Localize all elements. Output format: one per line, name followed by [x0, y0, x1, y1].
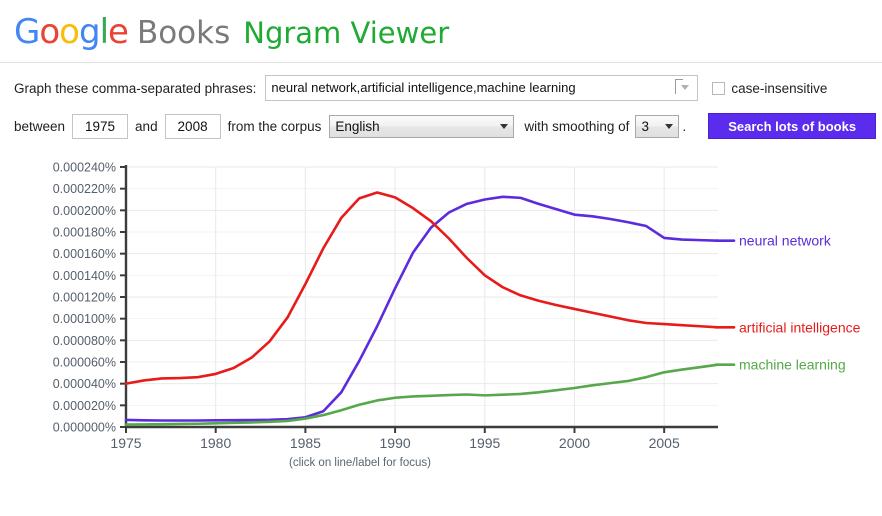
- chart-series[interactable]: [124, 191, 720, 426]
- chart-gridlines: [125, 166, 718, 428]
- y-tick-label: 0.000140%: [53, 269, 116, 283]
- x-tick-label: 2005: [649, 435, 680, 451]
- google-logo-letter-3: g: [78, 12, 101, 52]
- google-logo-letter-1: o: [39, 12, 60, 52]
- y-tick-label: 0.000040%: [53, 377, 116, 391]
- smoothing-select[interactable]: 3: [635, 114, 680, 138]
- y-tick-label: 0.000180%: [53, 226, 116, 240]
- y-axis-ticks: 0.000000% 0.000020% 0.000040% 0.000060% 0.00…: [53, 161, 126, 435]
- y-tick-label: 0.000080%: [53, 334, 116, 348]
- smoothing-select-value: 3: [641, 118, 649, 134]
- y-tick-label: 0.000060%: [53, 356, 116, 370]
- chevron-down-icon: [665, 123, 674, 129]
- chevron-down-icon: [500, 123, 509, 129]
- corpus-select[interactable]: English: [329, 114, 515, 138]
- query-row: Graph these comma-separated phrases: cas…: [0, 63, 882, 101]
- google-logo-letter-5: e: [108, 12, 129, 52]
- start-year-input[interactable]: [72, 113, 129, 139]
- logo-ngram-viewer-text: Ngram Viewer: [243, 16, 450, 50]
- logo-books-text: Books: [136, 15, 231, 51]
- options-row: between and from the corpus English with…: [0, 101, 882, 139]
- y-tick-label: 0.000220%: [53, 182, 116, 196]
- corpus-select-value: English: [335, 118, 380, 134]
- google-logo: Google: [14, 12, 129, 52]
- case-insensitive-checkbox[interactable]: [712, 81, 726, 95]
- y-tick-label: 0.000120%: [53, 291, 116, 305]
- x-tick-label: 1995: [469, 435, 500, 451]
- y-tick-label: 0.000200%: [53, 204, 116, 218]
- phrases-input-wrapper: [265, 75, 699, 101]
- y-tick-label: 0.000000%: [53, 421, 116, 435]
- chevron-down-icon[interactable]: [673, 78, 695, 98]
- x-tick-label: 2000: [559, 435, 590, 451]
- search-input[interactable]: [265, 75, 699, 101]
- series-label-0[interactable]: neural network: [739, 233, 832, 249]
- corpus-label: from the corpus: [227, 118, 322, 134]
- search-button[interactable]: Search lots of books: [708, 113, 877, 139]
- app-header: Google Books Ngram Viewer: [0, 0, 882, 62]
- x-axis-ticks: 1975 1980 1985 1990 1995 2000 2005: [110, 427, 680, 451]
- case-insensitive-control[interactable]: case-insensitive: [712, 81, 827, 96]
- case-insensitive-label: case-insensitive: [731, 80, 828, 96]
- dropdown-caret: [681, 85, 690, 90]
- series-labels[interactable]: neural network artificial intelligence mac…: [714, 233, 861, 373]
- chart-axes: [124, 165, 718, 429]
- series-label-2[interactable]: machine learning: [739, 357, 846, 373]
- between-label: between: [14, 118, 66, 134]
- google-logo-letter-4: l: [99, 12, 110, 52]
- series-line-0[interactable]: [124, 195, 720, 422]
- end-year-input[interactable]: [164, 113, 221, 139]
- y-tick-label: 0.000100%: [53, 312, 116, 326]
- google-logo-letter-0: G: [14, 12, 40, 52]
- series-label-1[interactable]: artificial intelligence: [739, 319, 861, 335]
- chart-footnote: (click on line/label for focus): [289, 457, 431, 469]
- ngram-chart[interactable]: 0.000000% 0.000020% 0.000040% 0.000060% 0.00…: [0, 153, 882, 470]
- x-tick-label: 1980: [200, 435, 231, 451]
- period-text: .: [682, 118, 687, 134]
- x-tick-label: 1985: [290, 435, 321, 451]
- y-tick-label: 0.000020%: [53, 399, 116, 413]
- x-tick-label: 1975: [110, 435, 141, 451]
- x-tick-label: 1990: [380, 435, 411, 451]
- smoothing-label: with smoothing of: [524, 118, 630, 134]
- y-tick-label: 0.000240%: [53, 161, 116, 175]
- chart-canvas[interactable]: 0.000000% 0.000020% 0.000040% 0.000060% 0.00…: [0, 153, 882, 453]
- and-label: and: [135, 118, 158, 134]
- google-logo-letter-2: o: [59, 12, 80, 52]
- phrases-label: Graph these comma-separated phrases:: [14, 80, 257, 96]
- y-tick-label: 0.000160%: [53, 247, 116, 261]
